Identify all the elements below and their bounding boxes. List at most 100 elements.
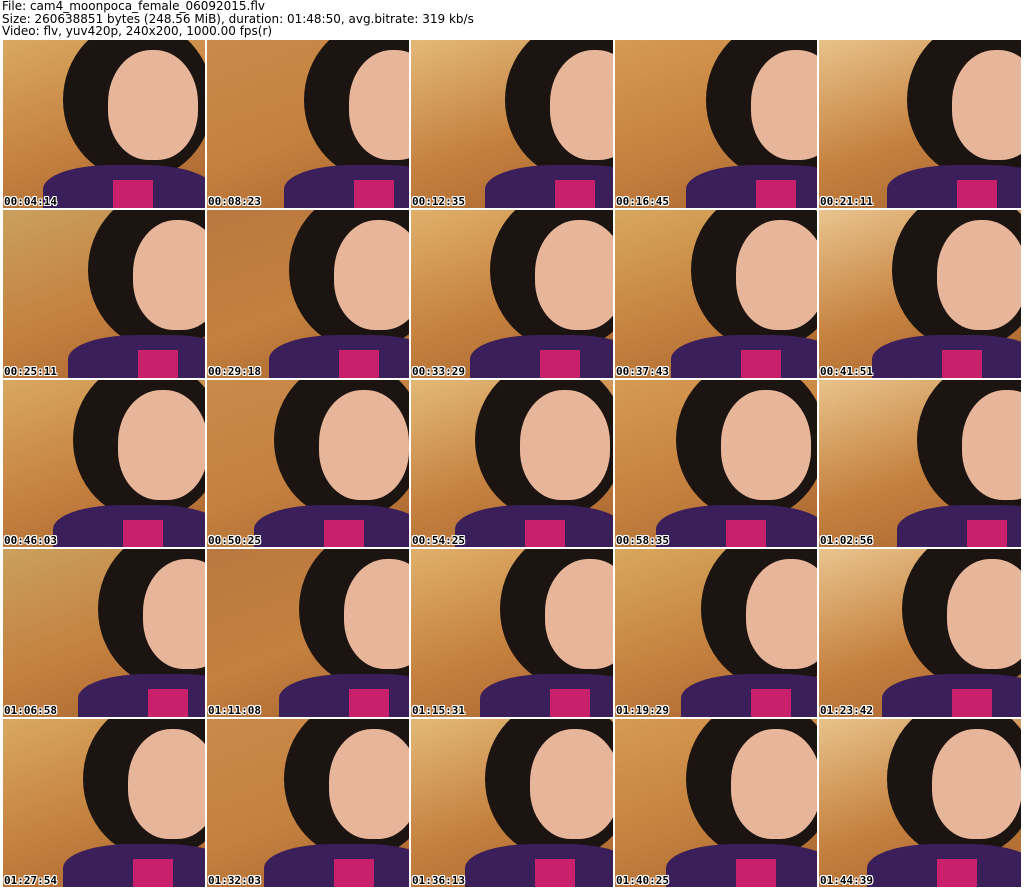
robe-shape: [681, 674, 817, 718]
face-shape: [319, 389, 409, 500]
thumbnail-frame[interactable]: 01:40:25: [614, 718, 818, 888]
timestamp-label: 00:37:43: [616, 364, 669, 378]
face-shape: [947, 559, 1021, 670]
face-shape: [952, 50, 1021, 160]
garment-shape: [967, 519, 1007, 548]
face-shape: [721, 389, 811, 500]
timestamp-label: 00:21:11: [820, 194, 873, 208]
thumbnail-frame[interactable]: 01:11:08: [206, 548, 410, 719]
face-shape: [535, 219, 613, 330]
face-shape: [118, 389, 205, 500]
garment-shape: [113, 180, 153, 208]
garment-shape: [550, 689, 590, 718]
timestamp-label: 00:33:29: [412, 364, 465, 378]
thumbnail-frame[interactable]: 00:21:11: [818, 39, 1022, 209]
garment-shape: [741, 349, 781, 378]
thumbnail-frame[interactable]: 01:32:03: [206, 718, 410, 888]
robe-shape: [68, 334, 205, 378]
thumbnail-frame[interactable]: 00:29:18: [206, 208, 410, 379]
garment-shape: [334, 859, 374, 887]
garment-shape: [957, 180, 997, 208]
thumbnail-frame[interactable]: 00:54:25: [410, 378, 614, 549]
file-name-line: File: cam4_moonpoca_female_06092015.flv: [2, 0, 266, 13]
garment-shape: [736, 859, 776, 887]
garment-shape: [555, 180, 595, 208]
face-shape: [731, 729, 817, 840]
thumbnail-frame[interactable]: 01:19:29: [614, 548, 818, 719]
garment-shape: [751, 689, 791, 718]
garment-shape: [339, 349, 379, 378]
thumbnail-frame[interactable]: 00:33:29: [410, 208, 614, 379]
thumbnail-frame[interactable]: 01:27:54: [2, 718, 206, 888]
thumbnail-frame[interactable]: 00:50:25: [206, 378, 410, 549]
garment-shape: [726, 519, 766, 548]
thumbnail-frame[interactable]: 01:36:13: [410, 718, 614, 888]
timestamp-label: 00:29:18: [208, 364, 261, 378]
thumbnail-frame[interactable]: 00:04:14: [2, 39, 206, 209]
face-shape: [108, 50, 198, 160]
face-shape: [334, 219, 409, 330]
timestamp-label: 01:11:08: [208, 704, 261, 718]
timestamp-label: 01:44:39: [820, 873, 873, 887]
garment-shape: [535, 859, 575, 887]
thumbnail-frame[interactable]: 00:12:35: [410, 39, 614, 209]
face-shape: [937, 219, 1021, 330]
face-shape: [128, 729, 205, 840]
thumbnail-frame[interactable]: 00:37:43: [614, 208, 818, 379]
timestamp-label: 00:08:23: [208, 194, 261, 208]
face-shape: [530, 729, 613, 840]
file-info-header: File: cam4_moonpoca_female_06092015.flv …: [2, 0, 1022, 37]
garment-shape: [942, 349, 982, 378]
garment-shape: [133, 859, 173, 887]
timestamp-label: 01:36:13: [412, 873, 465, 887]
timestamp-label: 00:41:51: [820, 364, 873, 378]
garment-shape: [525, 519, 565, 548]
garment-shape: [349, 689, 389, 718]
timestamp-label: 01:06:58: [4, 704, 57, 718]
face-shape: [133, 219, 205, 330]
timestamp-label: 01:32:03: [208, 873, 261, 887]
garment-shape: [540, 349, 580, 378]
timestamp-label: 01:27:54: [4, 873, 57, 887]
thumbnail-frame[interactable]: 00:25:11: [2, 208, 206, 379]
robe-shape: [686, 165, 817, 208]
thumbnail-frame[interactable]: 01:23:42: [818, 548, 1022, 719]
timestamp-label: 00:04:14: [4, 194, 57, 208]
face-shape: [329, 729, 409, 840]
timestamp-label: 00:46:03: [4, 534, 57, 548]
garment-shape: [354, 180, 394, 208]
timestamp-label: 00:58:35: [616, 534, 669, 548]
robe-shape: [279, 674, 409, 718]
thumbnail-frame[interactable]: 01:06:58: [2, 548, 206, 719]
timestamp-label: 00:16:45: [616, 194, 669, 208]
garment-shape: [123, 519, 163, 548]
thumbnail-frame[interactable]: 01:44:39: [818, 718, 1022, 888]
garment-shape: [952, 689, 992, 718]
timestamp-label: 01:19:29: [616, 704, 669, 718]
face-shape: [746, 559, 817, 670]
thumbnail-frame[interactable]: 00:41:51: [818, 208, 1022, 379]
face-shape: [932, 729, 1021, 840]
robe-shape: [887, 165, 1021, 208]
face-shape: [520, 389, 610, 500]
garment-shape: [324, 519, 364, 548]
robe-shape: [480, 674, 613, 718]
garment-shape: [148, 689, 188, 718]
timestamp-label: 00:50:25: [208, 534, 261, 548]
timestamp-label: 01:23:42: [820, 704, 873, 718]
thumbnail-frame[interactable]: 00:16:45: [614, 39, 818, 209]
face-shape: [344, 559, 409, 670]
timestamp-label: 01:40:25: [616, 873, 669, 887]
thumbnail-grid: 00:04:14 00:08:23 00:12:35 00:16:45 00:2…: [2, 39, 1022, 888]
thumbnail-frame[interactable]: 00:58:35: [614, 378, 818, 549]
thumbnail-frame[interactable]: 00:08:23: [206, 39, 410, 209]
garment-shape: [138, 349, 178, 378]
thumbnail-frame[interactable]: 01:02:56: [818, 378, 1022, 549]
garment-shape: [937, 859, 977, 887]
face-shape: [545, 559, 613, 670]
garment-shape: [756, 180, 796, 208]
timestamp-label: 00:25:11: [4, 364, 57, 378]
thumbnail-frame[interactable]: 01:15:31: [410, 548, 614, 719]
video-info-line: Video: flv, yuv420p, 240x200, 1000.00 fp…: [2, 24, 273, 38]
thumbnail-frame[interactable]: 00:46:03: [2, 378, 206, 549]
